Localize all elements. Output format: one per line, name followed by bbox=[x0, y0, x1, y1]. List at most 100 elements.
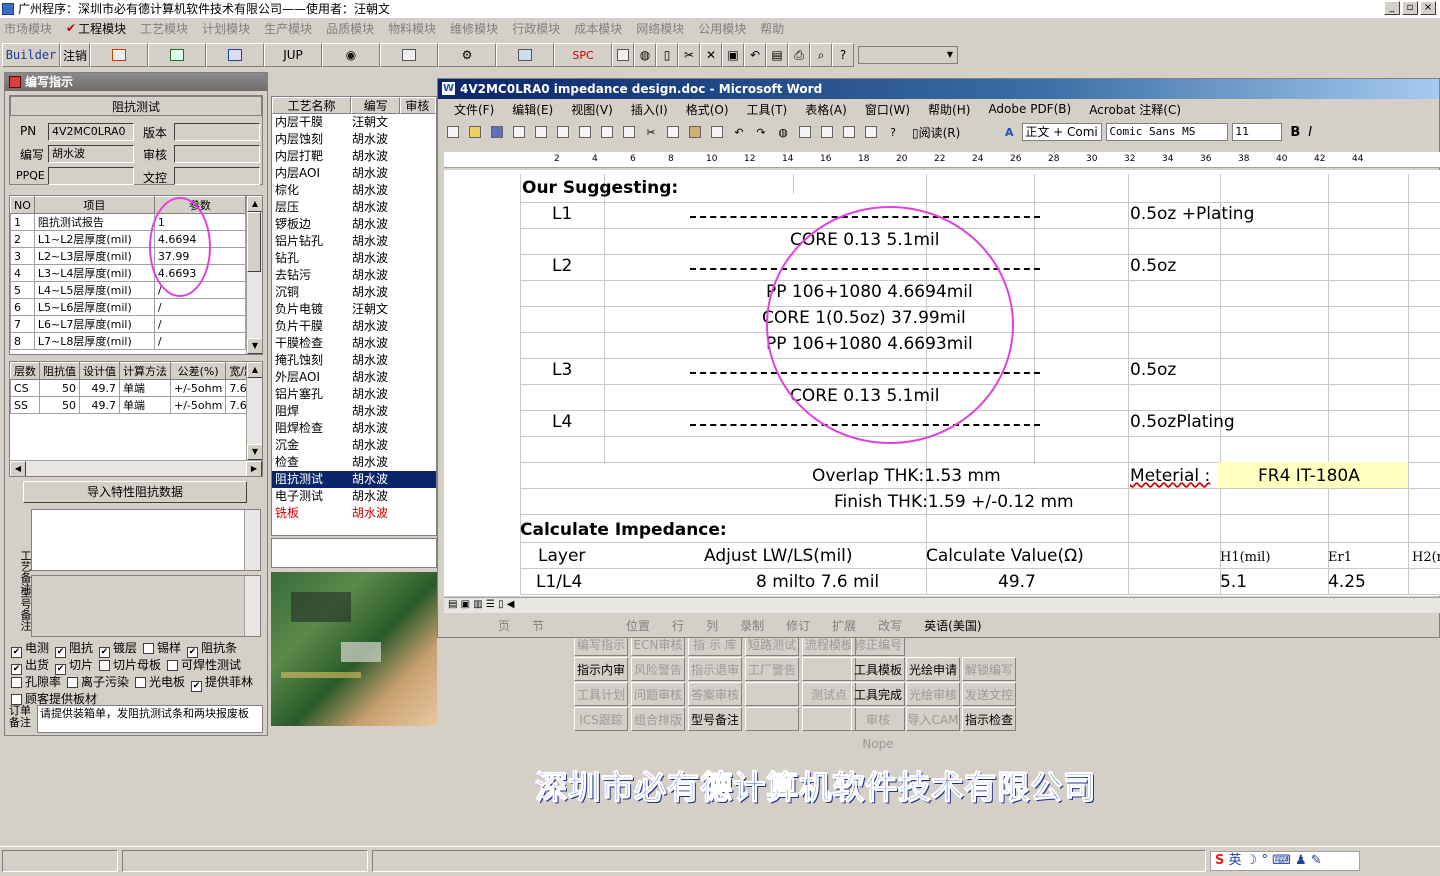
word-hscrollbar[interactable]: ▤ ▣ ▥ ☰ ▯ ◀ bbox=[444, 597, 1440, 613]
module-button[interactable]: 工厂警告 bbox=[745, 657, 799, 681]
menu-help[interactable]: 帮助 bbox=[760, 20, 784, 37]
reading-view-icon[interactable]: ▯ bbox=[498, 599, 504, 610]
save-icon[interactable] bbox=[488, 123, 506, 141]
module-button[interactable]: 光绘审核 bbox=[906, 682, 960, 706]
process-input[interactable] bbox=[271, 538, 437, 568]
menu-production[interactable]: 生产模块 bbox=[264, 20, 312, 37]
report-icon[interactable] bbox=[90, 43, 148, 67]
module-button[interactable]: 发送文控 bbox=[962, 682, 1016, 706]
new-doc-icon[interactable]: ▯ bbox=[656, 43, 678, 67]
menu-material[interactable]: 物料模块 bbox=[388, 20, 436, 37]
checkbox-12[interactable]: ✔ 提供菲林 bbox=[191, 675, 253, 692]
outline-view-icon[interactable]: ☰ bbox=[486, 599, 495, 610]
word-menu-item[interactable]: Adobe PDF(B) bbox=[988, 102, 1071, 116]
scroll-right-icon[interactable]: ▶ bbox=[246, 461, 262, 476]
module-button[interactable]: 问题审核 bbox=[631, 682, 685, 706]
print-icon[interactable] bbox=[554, 123, 572, 141]
module-button[interactable]: 导入CAM bbox=[906, 707, 960, 731]
module-button[interactable]: 指示检查 bbox=[962, 707, 1016, 731]
module-button[interactable]: 指示内审 bbox=[574, 657, 628, 681]
table-row[interactable]: 5 L4~L5层厚度(mil) / bbox=[10, 281, 247, 299]
size-select[interactable]: 11 bbox=[1232, 123, 1283, 141]
eye-icon[interactable]: ◉ bbox=[322, 43, 380, 67]
process-row[interactable]: 棕化 胡水波 bbox=[272, 182, 436, 199]
craft-note-field[interactable] bbox=[31, 509, 261, 571]
cut-icon[interactable]: ✂ bbox=[678, 43, 700, 67]
table-row[interactable]: 6 L5~L6层厚度(mil) / bbox=[10, 298, 247, 316]
module-button[interactable]: 工具模板 bbox=[851, 657, 905, 681]
scroll-up-icon[interactable]: ▲ bbox=[247, 196, 262, 212]
checkbox-box[interactable]: ✔ bbox=[55, 664, 67, 675]
process-row[interactable]: 阻焊 胡水波 bbox=[272, 403, 436, 420]
module-button[interactable] bbox=[802, 707, 856, 731]
doc-control-field[interactable] bbox=[174, 167, 260, 185]
new-icon[interactable] bbox=[444, 123, 462, 141]
process-row[interactable]: 沉铜 胡水波 bbox=[272, 284, 436, 301]
menu-quality[interactable]: 品质模块 bbox=[326, 20, 374, 37]
save-icon[interactable]: ▣ bbox=[722, 43, 744, 67]
scroll-thumb[interactable] bbox=[247, 212, 261, 272]
ime-bar[interactable]: S 英 ☽ ° ⌨ ♟ ✎ bbox=[1210, 851, 1360, 871]
print-icon[interactable]: ⎙ bbox=[788, 43, 810, 67]
bold-button[interactable]: B bbox=[1290, 125, 1300, 140]
module-button[interactable]: 光绘申请 bbox=[906, 657, 960, 681]
user-icon[interactable]: ♟ bbox=[1295, 853, 1307, 868]
module-button[interactable]: 组合排版 bbox=[631, 707, 685, 731]
scroll-left-icon[interactable]: ◀ bbox=[10, 461, 26, 476]
word-menu-item[interactable]: 工具(T) bbox=[747, 101, 788, 118]
menu-admin[interactable]: 行政模块 bbox=[512, 20, 560, 37]
checkbox-box[interactable] bbox=[135, 677, 147, 688]
table-row[interactable]: CS 50 49.7 单端 +/-5ohm 7.6 bbox=[10, 379, 260, 397]
doc-map-icon[interactable] bbox=[862, 123, 880, 141]
font-select[interactable]: Comic Sans MS bbox=[1106, 123, 1229, 141]
module-button[interactable]: 工具完成 bbox=[851, 682, 905, 706]
database-icon[interactable] bbox=[380, 43, 438, 67]
italic-button[interactable]: I bbox=[1308, 125, 1312, 140]
ime-mode[interactable]: 英 bbox=[1229, 853, 1242, 868]
note-scrollbar[interactable] bbox=[244, 510, 260, 570]
excel-icon[interactable] bbox=[148, 43, 206, 67]
checkbox-box[interactable] bbox=[67, 677, 79, 688]
minimize-button[interactable]: _ bbox=[1384, 1, 1400, 15]
process-row[interactable]: 内层蚀刻 胡水波 bbox=[272, 131, 436, 148]
word-menu-item[interactable]: 视图(V) bbox=[571, 101, 613, 118]
cell[interactable]: / bbox=[153, 332, 247, 350]
checkbox-1[interactable]: ✔ 阻抗 bbox=[55, 641, 93, 658]
menu-maintenance[interactable]: 维修模块 bbox=[450, 20, 498, 37]
checkbox-box[interactable]: ✔ bbox=[11, 664, 22, 675]
word-menu-item[interactable]: Acrobat 注释(C) bbox=[1089, 101, 1181, 118]
menu-common[interactable]: 公用模块 bbox=[698, 20, 746, 37]
module-button[interactable]: 解锁编写 bbox=[962, 657, 1016, 681]
module-button[interactable]: 审核Nope bbox=[851, 707, 905, 751]
tools-icon[interactable]: ⚙ bbox=[438, 43, 496, 67]
word-menu-item[interactable]: 文件(F) bbox=[454, 101, 494, 118]
checkbox-box[interactable]: ✔ bbox=[191, 681, 203, 692]
builder-button[interactable]: Builder bbox=[2, 43, 60, 67]
cell[interactable]: / bbox=[153, 298, 247, 316]
checkbox-7[interactable]: 切片母板 bbox=[99, 658, 161, 672]
logout-button[interactable]: 注销 bbox=[60, 43, 90, 67]
process-row[interactable]: 层压 胡水波 bbox=[272, 199, 436, 216]
hyperlink-icon[interactable]: ◍ bbox=[774, 123, 792, 141]
delete-icon[interactable]: ✕ bbox=[700, 43, 722, 67]
styles-icon[interactable]: A bbox=[1000, 123, 1018, 141]
table-row[interactable]: 7 L6~L7层厚度(mil) / bbox=[10, 315, 247, 333]
undo-icon[interactable]: ↶ bbox=[744, 43, 766, 67]
find-icon[interactable]: ⌕ bbox=[810, 43, 832, 67]
normal-view-icon[interactable]: ▤ bbox=[448, 599, 457, 610]
scroll-down-icon[interactable]: ▼ bbox=[247, 444, 262, 460]
print-view-icon[interactable]: ▥ bbox=[473, 599, 482, 610]
checkbox-5[interactable]: ✔ 出货 bbox=[11, 658, 49, 675]
checkbox-box[interactable]: ✔ bbox=[187, 647, 199, 658]
checkbox-box[interactable] bbox=[11, 677, 22, 688]
checkbox-2[interactable]: ✔ 镀层 bbox=[99, 641, 137, 658]
module-button[interactable]: 风险警告 bbox=[631, 657, 685, 681]
menu-craft[interactable]: 工艺模块 bbox=[140, 20, 188, 37]
menu-engineering[interactable]: 工程模块 bbox=[78, 20, 126, 37]
pn-field[interactable]: 4V2MC0LRA0 bbox=[48, 123, 134, 141]
web-view-icon[interactable]: ▣ bbox=[461, 599, 470, 610]
table-row[interactable]: 4 L3~L4层厚度(mil) 4.6693 bbox=[10, 264, 247, 282]
menu-market[interactable]: 市场模块 bbox=[4, 20, 52, 37]
process-row[interactable]: 负片电镀 汪朝文 bbox=[272, 301, 436, 318]
process-row[interactable]: 掩孔蚀刻 胡水波 bbox=[272, 352, 436, 369]
